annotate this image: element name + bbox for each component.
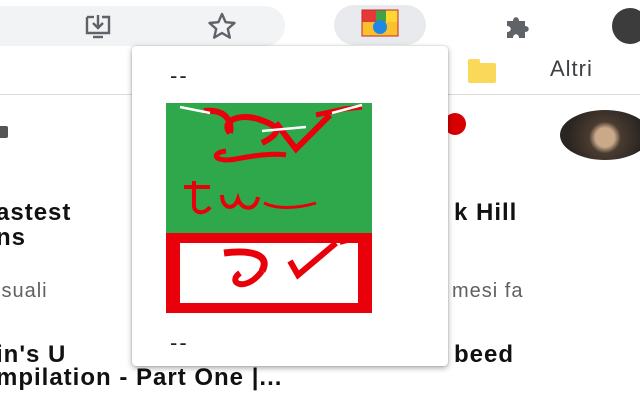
popup-separator: -- [170, 63, 189, 88]
video-title-line[interactable]: k Hill [454, 199, 517, 227]
browser-toolbar [0, 0, 640, 50]
profile-avatar[interactable] [612, 8, 640, 44]
video-title-line[interactable]: beed [454, 341, 514, 369]
video-title-line[interactable]: mpilation - Part One |... [0, 364, 282, 392]
other-bookmarks-label[interactable]: Altri [550, 56, 593, 82]
video-meta-line: isuali [0, 280, 48, 302]
menu-icon[interactable] [0, 126, 8, 138]
bookmark-star-button[interactable] [200, 6, 244, 46]
puzzle-icon [502, 11, 532, 41]
video-meta-line: mesi fa [452, 280, 524, 302]
download-install-icon [84, 13, 112, 39]
colorful-extension-icon [360, 8, 400, 43]
install-app-button[interactable] [76, 6, 120, 46]
active-extension-button[interactable] [334, 5, 426, 45]
video-title-line[interactable]: astest [0, 199, 71, 227]
extensions-menu-button[interactable] [495, 6, 539, 46]
folder-icon[interactable] [468, 59, 496, 83]
star-outline-icon [207, 11, 237, 41]
youtube-tw-logo-icon[interactable] [166, 103, 372, 313]
channel-avatar[interactable] [560, 110, 640, 160]
video-title-line[interactable]: ns [0, 224, 26, 252]
popup-separator: -- [170, 330, 189, 355]
